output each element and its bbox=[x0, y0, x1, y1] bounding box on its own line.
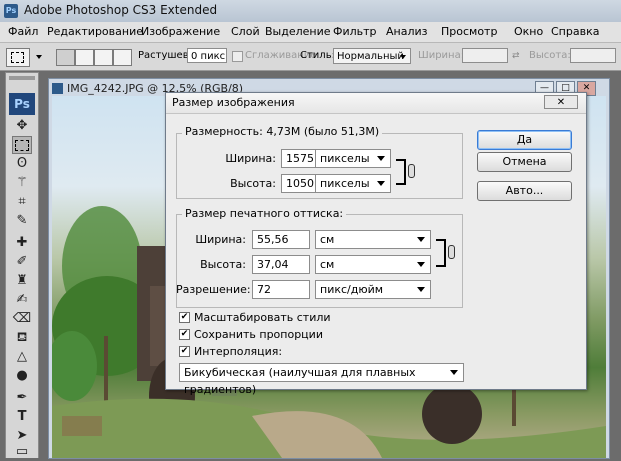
auto-button[interactable]: Авто... bbox=[477, 181, 572, 201]
menu-analysis[interactable]: Анализ bbox=[386, 25, 428, 38]
image-size-dialog: Размер изображения ✕ Размерность: 4,73M … bbox=[165, 92, 587, 396]
constrain-proportions-checkbox[interactable]: ✔ bbox=[179, 329, 190, 340]
resample-checkbox[interactable]: ✔ bbox=[179, 346, 190, 357]
menu-window[interactable]: Окно bbox=[514, 25, 543, 38]
px-height-unit-value: пикселы bbox=[320, 177, 370, 190]
antialias-checkbox[interactable] bbox=[232, 51, 243, 62]
chain-link-icon bbox=[408, 164, 415, 178]
marquee-tool-icon[interactable] bbox=[12, 136, 32, 154]
app-icon: Ps bbox=[4, 4, 18, 18]
doc-width-input[interactable]: 55,56 bbox=[252, 230, 310, 249]
blur-tool-icon[interactable]: △ bbox=[12, 348, 32, 366]
width-input[interactable] bbox=[462, 48, 508, 63]
pen-tool-icon[interactable]: ✒ bbox=[12, 389, 32, 407]
style-select[interactable]: Нормальный bbox=[333, 48, 411, 64]
pixel-dimensions-title: Размерность: bbox=[185, 125, 263, 138]
doc-height-unit-select[interactable]: см bbox=[315, 255, 431, 274]
resolution-label: Разрешение: bbox=[176, 283, 251, 296]
px-height-unit-select[interactable]: пикселы bbox=[315, 174, 391, 193]
title-bar: Ps Adobe Photoshop CS3 Extended bbox=[0, 0, 621, 23]
clone-stamp-tool-icon[interactable]: ♜ bbox=[12, 272, 32, 290]
chevron-down-icon bbox=[400, 55, 406, 59]
menu-file[interactable]: Файл bbox=[8, 25, 38, 38]
doc-width-unit-value: см bbox=[320, 233, 335, 246]
px-width-unit-select[interactable]: пикселы bbox=[315, 149, 391, 168]
crop-tool-icon[interactable]: ⌗ bbox=[12, 193, 32, 211]
history-brush-tool-icon[interactable]: ✍ bbox=[12, 291, 32, 309]
chevron-down-icon bbox=[417, 237, 425, 242]
doc-height-input[interactable]: 37,04 bbox=[252, 255, 310, 274]
constrain-proportions-label: Сохранить пропорции bbox=[194, 328, 323, 341]
resolution-unit-value: пикс/дюйм bbox=[320, 283, 384, 296]
document-icon bbox=[52, 83, 63, 94]
menu-view[interactable]: Просмотр bbox=[441, 25, 497, 38]
intersect-selection-icon[interactable] bbox=[113, 49, 132, 66]
chevron-down-icon[interactable] bbox=[36, 55, 42, 59]
style-select-value: Нормальный bbox=[337, 51, 404, 62]
menu-layer[interactable]: Слой bbox=[231, 25, 260, 38]
chevron-down-icon bbox=[377, 156, 385, 161]
lasso-tool-icon[interactable]: ʘ bbox=[12, 155, 32, 173]
resolution-input[interactable]: 72 bbox=[252, 280, 310, 299]
options-bar: Растушевка: 0 пикс Сглаживание Стиль: Но… bbox=[0, 43, 621, 71]
chain-link-icon bbox=[448, 245, 455, 259]
toolbox: Ps ✥ ʘ ⚚ ⌗ ✎ ✚ ✐ ♜ ✍ ⌫ ⛾ △ ● ✒ T ➤ ▭ bbox=[5, 72, 39, 461]
paint-bucket-tool-icon[interactable]: ⛾ bbox=[12, 329, 32, 347]
px-constrain-bracket bbox=[396, 159, 406, 185]
px-height-label: Высота: bbox=[230, 177, 276, 190]
chevron-down-icon bbox=[377, 181, 385, 186]
doc-width-label: Ширина: bbox=[195, 233, 246, 246]
healing-brush-tool-icon[interactable]: ✚ bbox=[12, 234, 32, 252]
window-title: Adobe Photoshop CS3 Extended bbox=[24, 3, 218, 17]
chevron-down-icon bbox=[417, 287, 425, 292]
scale-styles-checkbox[interactable]: ✔ bbox=[179, 312, 190, 323]
swap-icon[interactable]: ⇄ bbox=[512, 51, 524, 61]
ok-button[interactable]: Да bbox=[477, 130, 572, 150]
close-icon[interactable]: ✕ bbox=[544, 95, 578, 109]
ps-logo: Ps bbox=[9, 93, 35, 115]
move-tool-icon[interactable]: ✥ bbox=[12, 117, 32, 135]
px-width-unit-value: пикселы bbox=[320, 152, 370, 165]
type-tool-icon[interactable]: T bbox=[12, 408, 32, 426]
toolbox-grip[interactable] bbox=[9, 76, 35, 80]
subtract-selection-icon[interactable] bbox=[94, 49, 113, 66]
scale-styles-label: Масштабировать стили bbox=[194, 311, 331, 324]
dialog-title: Размер изображения bbox=[172, 96, 295, 109]
menu-select[interactable]: Выделение bbox=[265, 25, 331, 38]
menu-image[interactable]: Изображение bbox=[141, 25, 220, 38]
chevron-down-icon bbox=[450, 370, 458, 375]
menu-help[interactable]: Справка bbox=[551, 25, 599, 38]
document-size-label: Размер печатного оттиска: bbox=[182, 207, 347, 220]
dodge-tool-icon[interactable]: ● bbox=[12, 367, 32, 385]
new-selection-icon[interactable] bbox=[56, 49, 75, 66]
height-label: Высота: bbox=[529, 50, 571, 61]
height-input[interactable] bbox=[570, 48, 616, 63]
menu-edit[interactable]: Редактирование bbox=[47, 25, 143, 38]
doc-height-unit-value: см bbox=[320, 258, 335, 271]
resample-label: Интерполяция: bbox=[194, 345, 283, 358]
px-width-label: Ширина: bbox=[225, 152, 276, 165]
marquee-preset-icon[interactable] bbox=[6, 48, 30, 67]
pixel-dimensions-value: 4,73M (было 51,3M) bbox=[266, 125, 380, 138]
feather-input[interactable]: 0 пикс bbox=[187, 48, 227, 63]
magic-wand-tool-icon[interactable]: ⚚ bbox=[12, 174, 32, 192]
doc-constrain-bracket bbox=[436, 239, 446, 267]
pixel-dimensions-label: Размерность: 4,73M (было 51,3M) bbox=[182, 125, 383, 138]
style-label: Стиль: bbox=[300, 50, 335, 61]
menu-filter[interactable]: Фильтр bbox=[333, 25, 377, 38]
eraser-tool-icon[interactable]: ⌫ bbox=[12, 310, 32, 328]
width-label: Ширина: bbox=[418, 50, 465, 61]
dialog-title-bar[interactable]: Размер изображения ✕ bbox=[166, 93, 586, 114]
menu-bar: Файл Редактирование Изображение Слой Выд… bbox=[0, 22, 621, 43]
doc-height-label: Высота: bbox=[200, 258, 246, 271]
chevron-down-icon bbox=[417, 262, 425, 267]
shape-tool-icon[interactable]: ▭ bbox=[12, 443, 32, 461]
brush-tool-icon[interactable]: ✐ bbox=[12, 253, 32, 271]
doc-width-unit-select[interactable]: см bbox=[315, 230, 431, 249]
add-selection-icon[interactable] bbox=[75, 49, 94, 66]
slice-tool-icon[interactable]: ✎ bbox=[12, 212, 32, 230]
resolution-unit-select[interactable]: пикс/дюйм bbox=[315, 280, 431, 299]
resample-method-select[interactable]: Бикубическая (наилучшая для плавных град… bbox=[179, 363, 464, 396]
cancel-button[interactable]: Отмена bbox=[477, 152, 572, 172]
